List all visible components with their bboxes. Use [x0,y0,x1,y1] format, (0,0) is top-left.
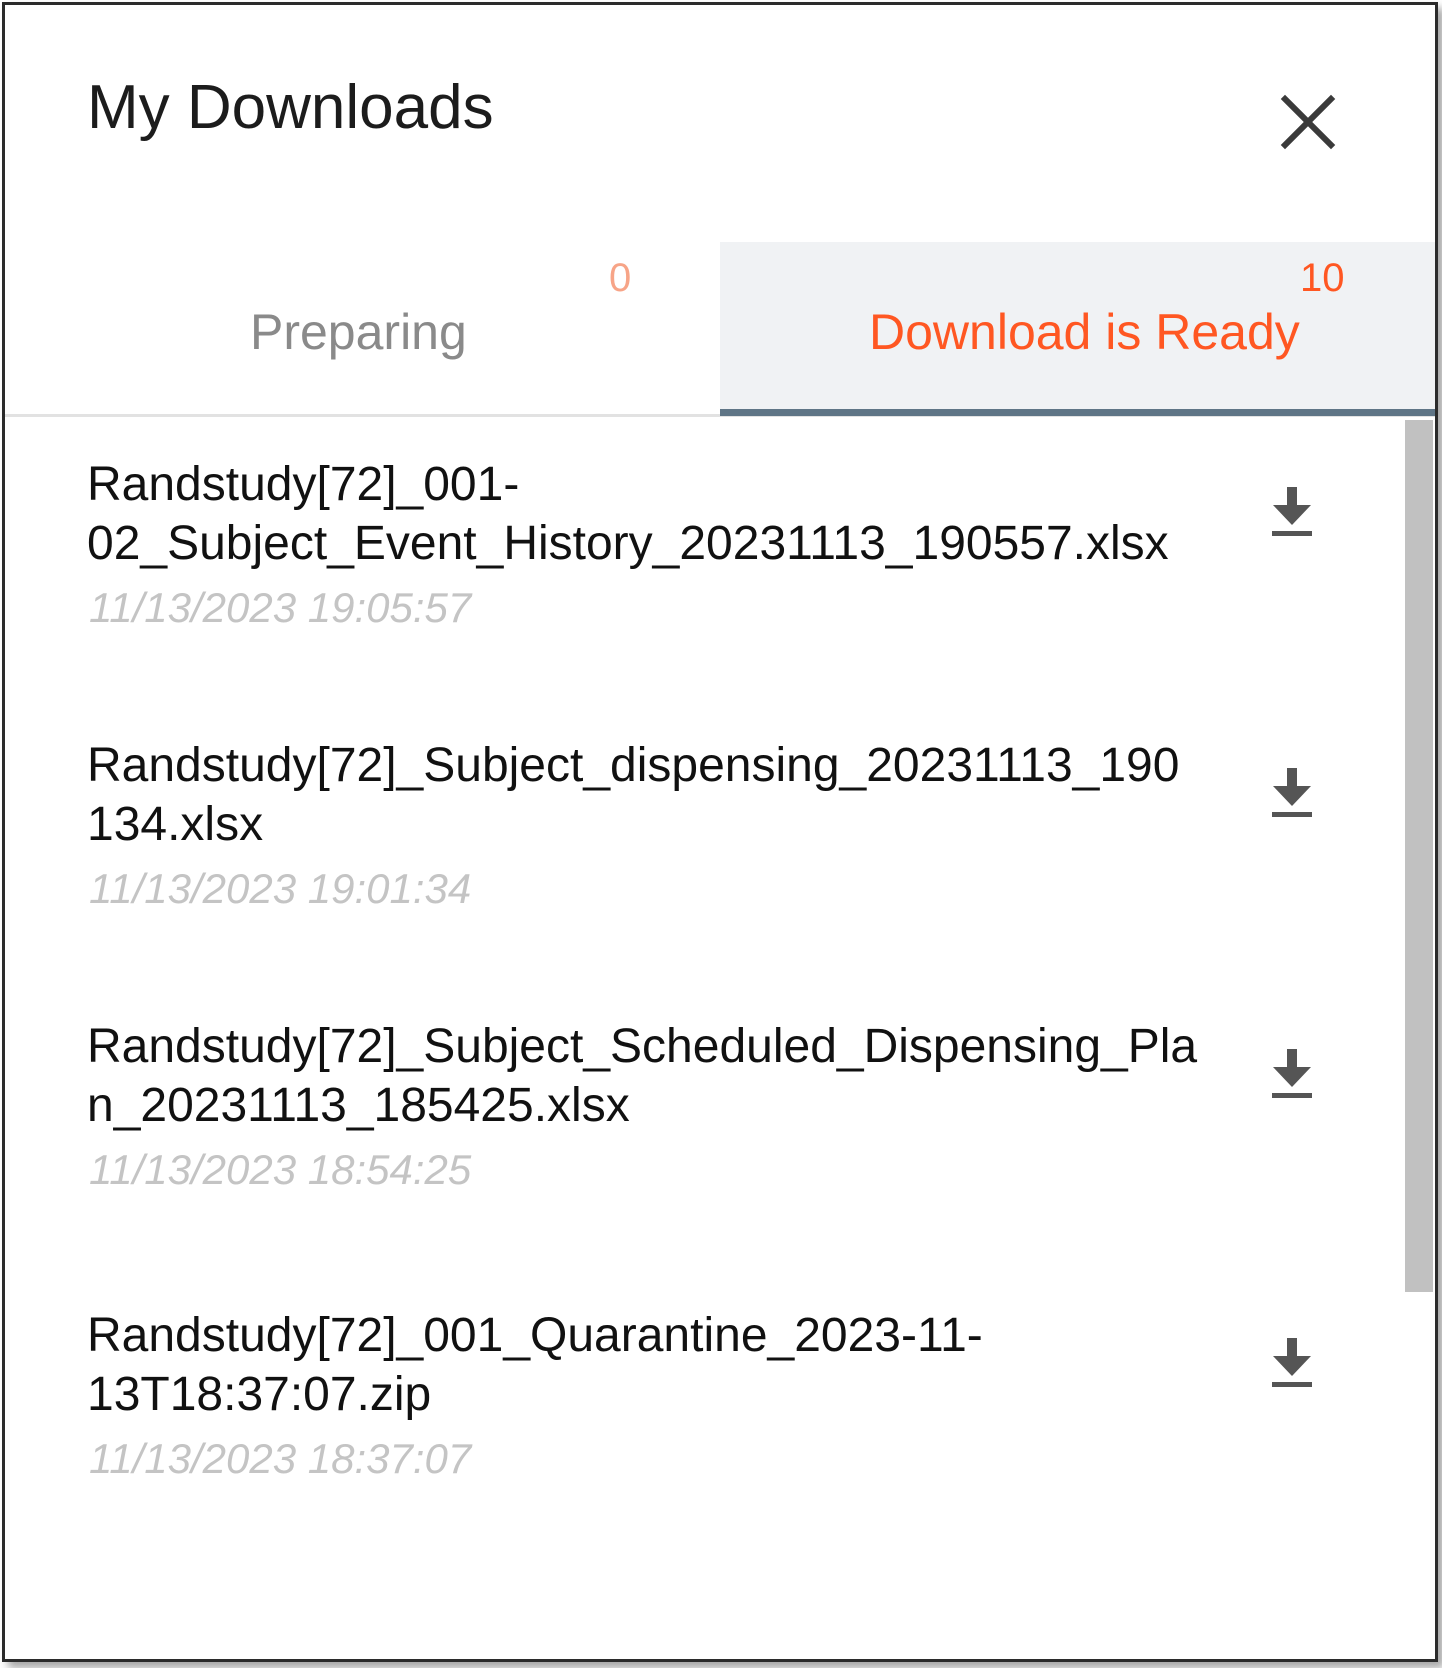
active-tab-indicator [720,409,1435,416]
list-item: Randstudy[72]_001_Quarantine_2023-11- 13… [5,1306,1395,1546]
file-name: Randstudy[72]_001_Quarantine_2023-11- 13… [87,1309,983,1421]
download-icon [1272,1049,1312,1098]
download-button[interactable] [1267,483,1317,541]
download-icon [1272,487,1312,536]
panel-title: My Downloads [87,73,494,142]
download-icon [1272,768,1312,817]
tab-count-badge: 0 [609,256,632,300]
download-button[interactable] [1267,1334,1317,1392]
tab-preparing[interactable]: 0 Preparing [5,242,720,414]
download-icon [1272,1338,1312,1387]
file-name: Randstudy[72]_001- 02_Subject_Event_Hist… [87,458,1169,570]
file-name: Randstudy[72]_Subject_dispensing_2023111… [87,739,1180,851]
list-item: Randstudy[72]_Subject_Scheduled_Dispensi… [5,1017,1395,1257]
file-date: 11/13/2023 19:01:34 [89,865,472,912]
close-button[interactable] [1273,87,1343,157]
file-date: 11/13/2023 18:37:07 [89,1435,472,1482]
scrollbar-thumb[interactable] [1405,420,1433,1292]
tab-download-ready[interactable]: 10 Download is Ready [720,242,1435,414]
download-button[interactable] [1267,1045,1317,1103]
tab-label: Preparing [250,304,467,360]
file-date: 11/13/2023 18:54:25 [89,1146,472,1193]
tab-label: Download is Ready [869,304,1300,360]
download-button[interactable] [1267,764,1317,822]
downloads-list[interactable]: Randstudy[72]_001- 02_Subject_Event_Hist… [5,418,1435,1659]
tab-bar: 0 Preparing 10 Download is Ready [5,242,1435,418]
tab-count-badge: 10 [1300,256,1345,300]
list-item: Randstudy[72]_001- 02_Subject_Event_Hist… [5,455,1395,695]
close-icon [1280,94,1336,150]
file-name: Randstudy[72]_Subject_Scheduled_Dispensi… [87,1020,1198,1132]
file-date: 11/13/2023 19:05:57 [89,584,472,631]
downloads-panel: My Downloads 0 Preparing 10 Download is … [2,2,1438,1662]
list-item: Randstudy[72]_Subject_dispensing_2023111… [5,736,1395,976]
